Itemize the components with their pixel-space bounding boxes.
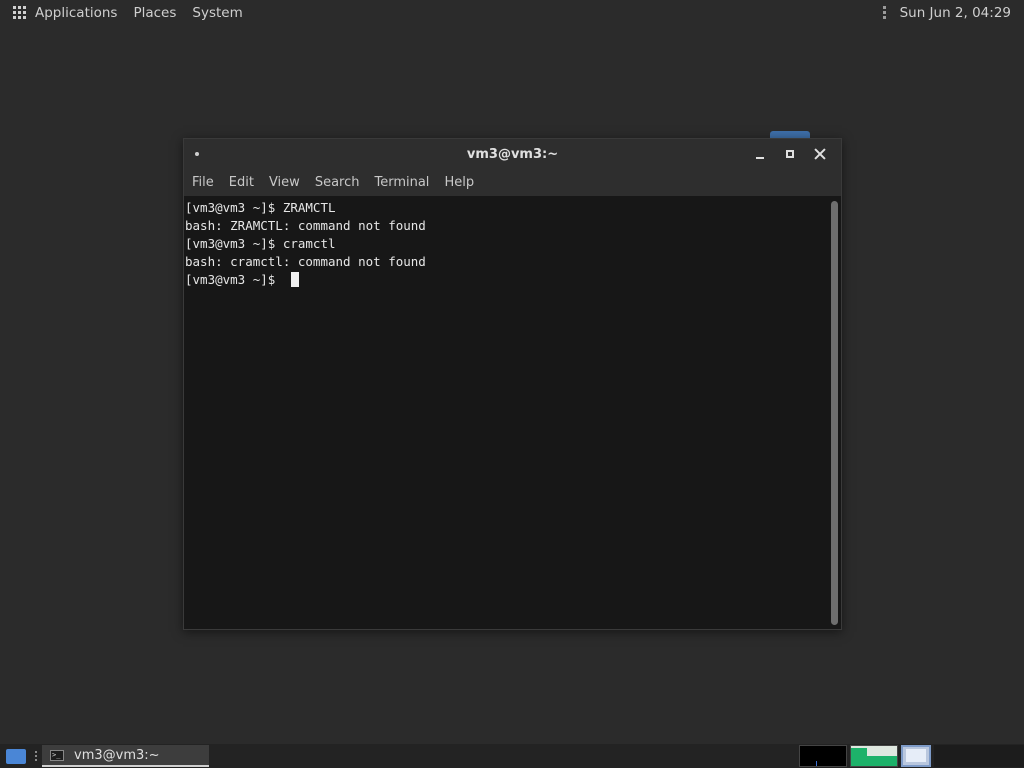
menu-edit[interactable]: Edit bbox=[229, 175, 254, 190]
clock[interactable]: Sun Jun 2, 04:29 bbox=[900, 5, 1011, 21]
close-icon bbox=[814, 148, 826, 160]
terminal-prompt: [vm3@vm3 ~]$ bbox=[185, 272, 283, 287]
cpu-monitor-graph[interactable] bbox=[799, 745, 847, 767]
memory-monitor-graph[interactable] bbox=[850, 745, 898, 767]
window-title: vm3@vm3:~ bbox=[466, 146, 559, 162]
top-panel: Applications Places System Sun Jun 2, 04… bbox=[0, 0, 1024, 25]
panel-handle-icon bbox=[882, 6, 886, 19]
taskbar-item-terminal[interactable]: >_ vm3@vm3:~ bbox=[42, 745, 209, 767]
menubar: File Edit View Search Terminal Help bbox=[184, 169, 841, 196]
menu-help[interactable]: Help bbox=[444, 175, 474, 190]
bottom-panel: >_ vm3@vm3:~ bbox=[0, 744, 1024, 768]
apps-grid-icon bbox=[13, 5, 27, 20]
terminal-window: vm3@vm3:~ File Edit View Search Terminal… bbox=[183, 138, 842, 630]
window-titlebar[interactable]: vm3@vm3:~ bbox=[184, 139, 841, 169]
maximize-button[interactable] bbox=[775, 139, 805, 169]
show-desktop-button[interactable] bbox=[6, 748, 26, 764]
applications-menu[interactable]: Applications bbox=[13, 5, 133, 21]
terminal-line: bash: cramctl: command not found bbox=[185, 254, 426, 269]
places-menu[interactable]: Places bbox=[133, 5, 176, 21]
menu-search[interactable]: Search bbox=[315, 175, 360, 190]
terminal-area[interactable]: [vm3@vm3 ~]$ ZRAMCTL bash: ZRAMCTL: comma… bbox=[184, 197, 827, 629]
minimize-icon bbox=[756, 157, 764, 159]
workspace-switcher-1[interactable] bbox=[901, 745, 931, 767]
menu-terminal[interactable]: Terminal bbox=[374, 175, 429, 190]
menu-view[interactable]: View bbox=[269, 175, 300, 190]
applications-menu-label[interactable]: Applications bbox=[35, 5, 117, 21]
panel-handle-icon bbox=[35, 751, 37, 761]
terminal-line: [vm3@vm3 ~]$ cramctl bbox=[185, 236, 336, 251]
system-menu[interactable]: System bbox=[192, 5, 242, 21]
window-menu-icon[interactable] bbox=[195, 152, 199, 156]
workspace-switcher-2[interactable] bbox=[934, 745, 1024, 767]
scrollbar[interactable] bbox=[831, 201, 838, 625]
terminal-icon: >_ bbox=[50, 749, 64, 761]
close-button[interactable] bbox=[805, 139, 835, 169]
terminal-line: bash: ZRAMCTL: command not found bbox=[185, 218, 426, 233]
terminal-prompt-line: [vm3@vm3 ~]$ bbox=[185, 271, 827, 289]
minimize-button[interactable] bbox=[745, 139, 775, 169]
menu-file[interactable]: File bbox=[192, 175, 214, 190]
maximize-icon bbox=[786, 150, 794, 158]
taskbar-item-label: vm3@vm3:~ bbox=[74, 747, 160, 763]
terminal-line: [vm3@vm3 ~]$ ZRAMCTL bbox=[185, 200, 336, 215]
text-cursor bbox=[290, 272, 299, 287]
